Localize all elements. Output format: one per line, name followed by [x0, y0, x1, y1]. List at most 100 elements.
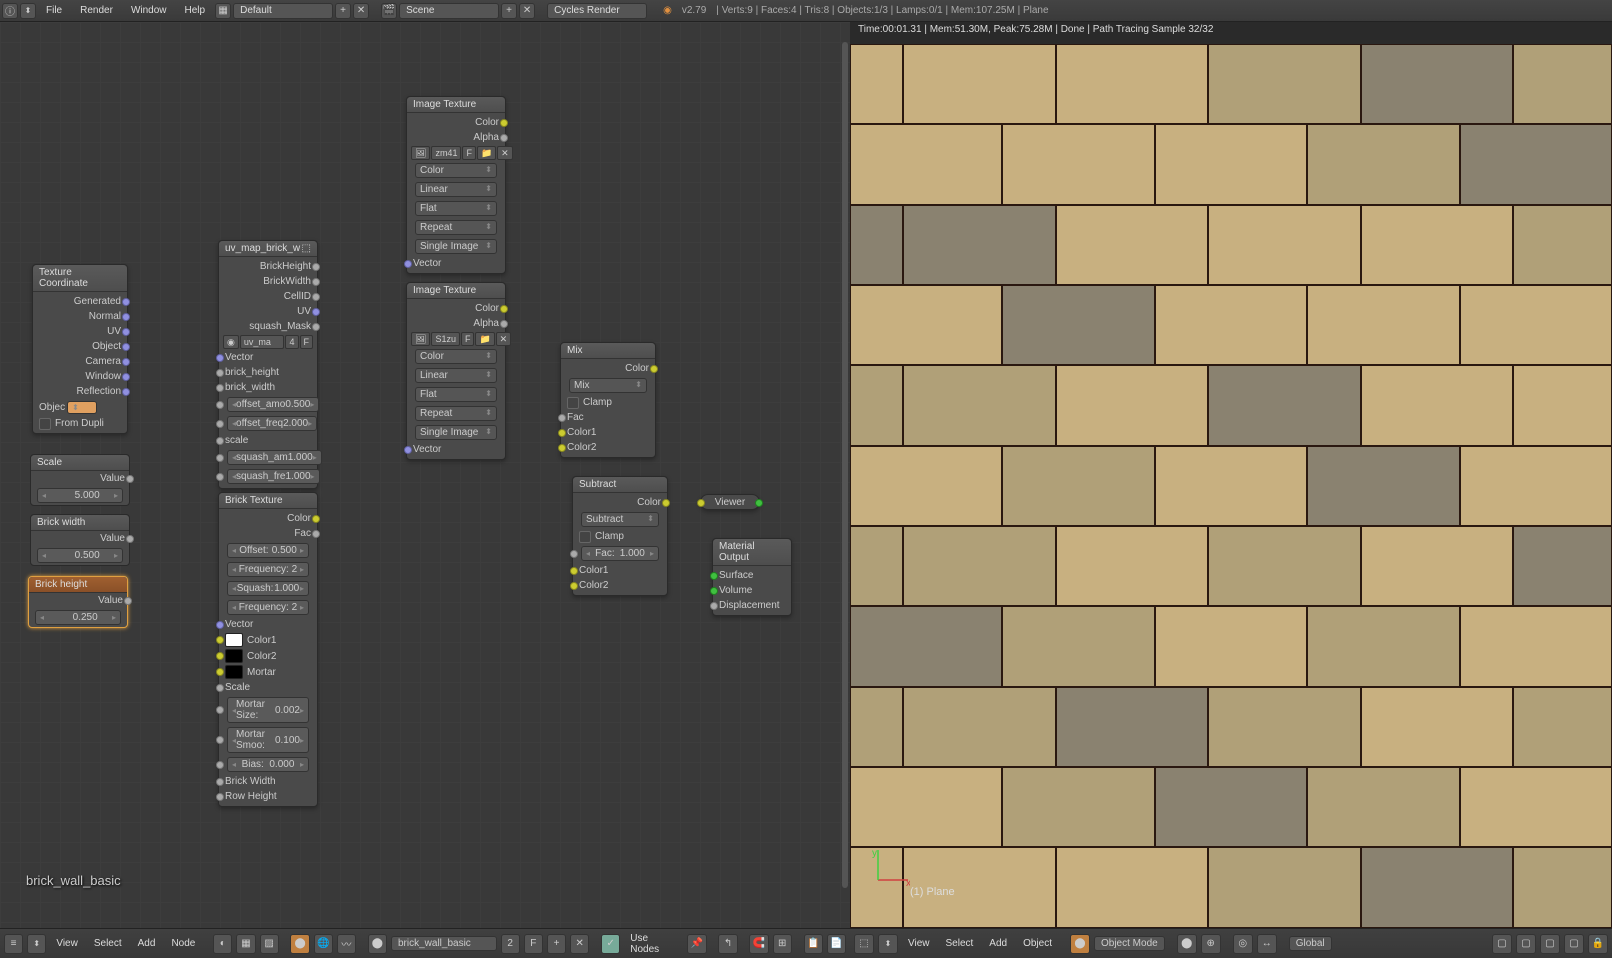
users-button[interactable]: 2 — [501, 934, 520, 954]
users-button[interactable]: 4 — [285, 335, 298, 349]
menu-object[interactable]: Object — [1017, 936, 1058, 951]
socket-in[interactable] — [216, 706, 224, 714]
socket-out[interactable] — [312, 515, 320, 523]
socket-in[interactable] — [216, 636, 224, 644]
group-icon[interactable]: ◉ — [223, 335, 239, 349]
use-nodes-checkbox[interactable]: ✓ — [601, 934, 620, 954]
orientation-selector[interactable]: Global — [1289, 936, 1332, 951]
fake-user-button[interactable]: F — [524, 934, 543, 954]
node-header[interactable]: Texture Coordinate — [33, 265, 127, 292]
blend-type-dropdown[interactable]: Subtract — [581, 512, 659, 527]
socket-in[interactable] — [570, 567, 578, 575]
go-parent-icon[interactable]: ↰ — [718, 934, 737, 954]
color1-swatch[interactable] — [225, 633, 243, 647]
pivot-point-icon[interactable]: ⊕ — [1201, 934, 1221, 954]
value-field[interactable]: 5.000 — [37, 488, 123, 503]
source-dropdown[interactable]: Single Image — [415, 425, 497, 440]
node-scale-value[interactable]: Scale Value 5.000 — [30, 454, 130, 506]
snap-icon[interactable]: 🧲 — [749, 934, 768, 954]
menu-add[interactable]: Add — [132, 936, 162, 951]
source-dropdown[interactable]: Single Image — [415, 239, 497, 254]
socket-out[interactable] — [500, 119, 508, 127]
socket-out[interactable] — [122, 373, 130, 381]
socket-out[interactable] — [312, 278, 320, 286]
squash-freq-field[interactable]: squash_fre1.000 — [227, 469, 320, 484]
menu-select[interactable]: Select — [88, 936, 128, 951]
collapse-menu-icon[interactable]: ⬍ — [878, 934, 898, 954]
from-dupli-checkbox[interactable] — [39, 418, 51, 430]
unlink-icon[interactable]: ✕ — [497, 146, 513, 160]
squash-field[interactable]: Squash:1.000 — [227, 581, 309, 596]
socket-out[interactable] — [126, 535, 134, 543]
socket-in[interactable] — [710, 587, 718, 595]
frequency2-field[interactable]: Frequency:2 — [227, 600, 309, 615]
layer-button[interactable]: ▢ — [1540, 934, 1560, 954]
layer-button[interactable]: ▢ — [1516, 934, 1536, 954]
node-canvas[interactable]: Texture Coordinate Generated Normal UV O… — [0, 22, 850, 928]
socket-in[interactable] — [216, 761, 224, 769]
socket-in[interactable] — [570, 582, 578, 590]
socket-in[interactable] — [216, 668, 224, 676]
socket-out[interactable] — [122, 298, 130, 306]
color2-swatch[interactable] — [225, 649, 243, 663]
socket-out[interactable] — [122, 328, 130, 336]
menu-view[interactable]: View — [902, 936, 936, 951]
screen-layout-icon[interactable]: ▦ — [215, 3, 231, 19]
node-header[interactable]: Mix — [561, 343, 655, 359]
mortar-size-field[interactable]: Mortar Size:0.002 — [227, 697, 309, 723]
value-field[interactable]: 0.250 — [35, 610, 121, 625]
socket-in[interactable] — [216, 793, 224, 801]
socket-out[interactable] — [500, 134, 508, 142]
socket-in[interactable] — [216, 684, 224, 692]
mode-icon[interactable]: ⬤ — [1070, 934, 1090, 954]
editor-type-icon[interactable]: ⬍ — [20, 3, 36, 19]
socket-out[interactable] — [124, 597, 132, 605]
image-browse-icon[interactable]: 🖼 — [411, 146, 430, 160]
node-viewer[interactable]: Viewer — [700, 494, 760, 510]
layout-selector[interactable]: Default — [233, 3, 333, 19]
node-header[interactable]: Image Texture — [407, 283, 505, 299]
socket-in[interactable] — [216, 369, 224, 377]
blend-type-dropdown[interactable]: Mix — [569, 378, 647, 393]
editor-type-icon[interactable]: ≡ — [4, 934, 23, 954]
node-mix[interactable]: Mix Color Mix Clamp Fac Color1 Color2 — [560, 342, 656, 458]
tree-type-shader-icon[interactable]: ◐ — [213, 934, 232, 954]
socket-in[interactable] — [216, 437, 224, 445]
squash-amount-field[interactable]: squash_am1.000 — [227, 450, 322, 465]
offset-field[interactable]: Offset:0.500 — [227, 543, 309, 558]
editor-type-icon[interactable]: ⬚ — [854, 934, 874, 954]
add-scene-icon[interactable]: + — [501, 3, 517, 19]
socket-in[interactable] — [216, 354, 224, 362]
socket-out[interactable] — [122, 388, 130, 396]
shader-line-icon[interactable]: 〰 — [337, 934, 356, 954]
node-image-texture-1[interactable]: Image Texture Color Alpha 🖼zm41F📁✕ Color… — [406, 96, 506, 274]
socket-in[interactable] — [216, 621, 224, 629]
socket-in[interactable] — [404, 260, 412, 268]
socket-out[interactable] — [755, 499, 763, 507]
node-header[interactable]: Material Output — [713, 539, 791, 566]
delete-scene-icon[interactable]: ✕ — [519, 3, 535, 19]
projection-dropdown[interactable]: Flat — [415, 387, 497, 402]
socket-in[interactable] — [697, 499, 705, 507]
rendered-viewport[interactable]: x y (1) Plane — [850, 44, 1612, 928]
node-header[interactable]: uv_map_brick_w⬚ — [219, 241, 317, 257]
fake-user-button[interactable]: F — [300, 335, 314, 349]
copy-nodes-icon[interactable]: 📋 — [804, 934, 823, 954]
socket-out[interactable] — [662, 499, 670, 507]
manipulator-toggle-icon[interactable]: ◎ — [1233, 934, 1253, 954]
socket-out[interactable] — [500, 305, 508, 313]
info-icon[interactable]: ⓘ — [2, 3, 18, 19]
node-header[interactable]: Subtract — [573, 477, 667, 493]
snap-type-icon[interactable]: ⊞ — [773, 934, 792, 954]
shader-world-icon[interactable]: 🌐 — [314, 934, 333, 954]
socket-in[interactable] — [216, 736, 224, 744]
menu-render[interactable]: Render — [72, 3, 121, 18]
node-brick-width-value[interactable]: Brick width Value 0.500 — [30, 514, 130, 566]
menu-node[interactable]: Node — [165, 936, 201, 951]
socket-out[interactable] — [312, 308, 320, 316]
socket-out[interactable] — [500, 320, 508, 328]
interpolation-dropdown[interactable]: Linear — [415, 368, 497, 383]
node-image-texture-2[interactable]: Image Texture Color Alpha 🖼S1zuF📁✕ Color… — [406, 282, 506, 460]
add-layout-icon[interactable]: + — [335, 3, 351, 19]
menu-view[interactable]: View — [50, 936, 84, 951]
